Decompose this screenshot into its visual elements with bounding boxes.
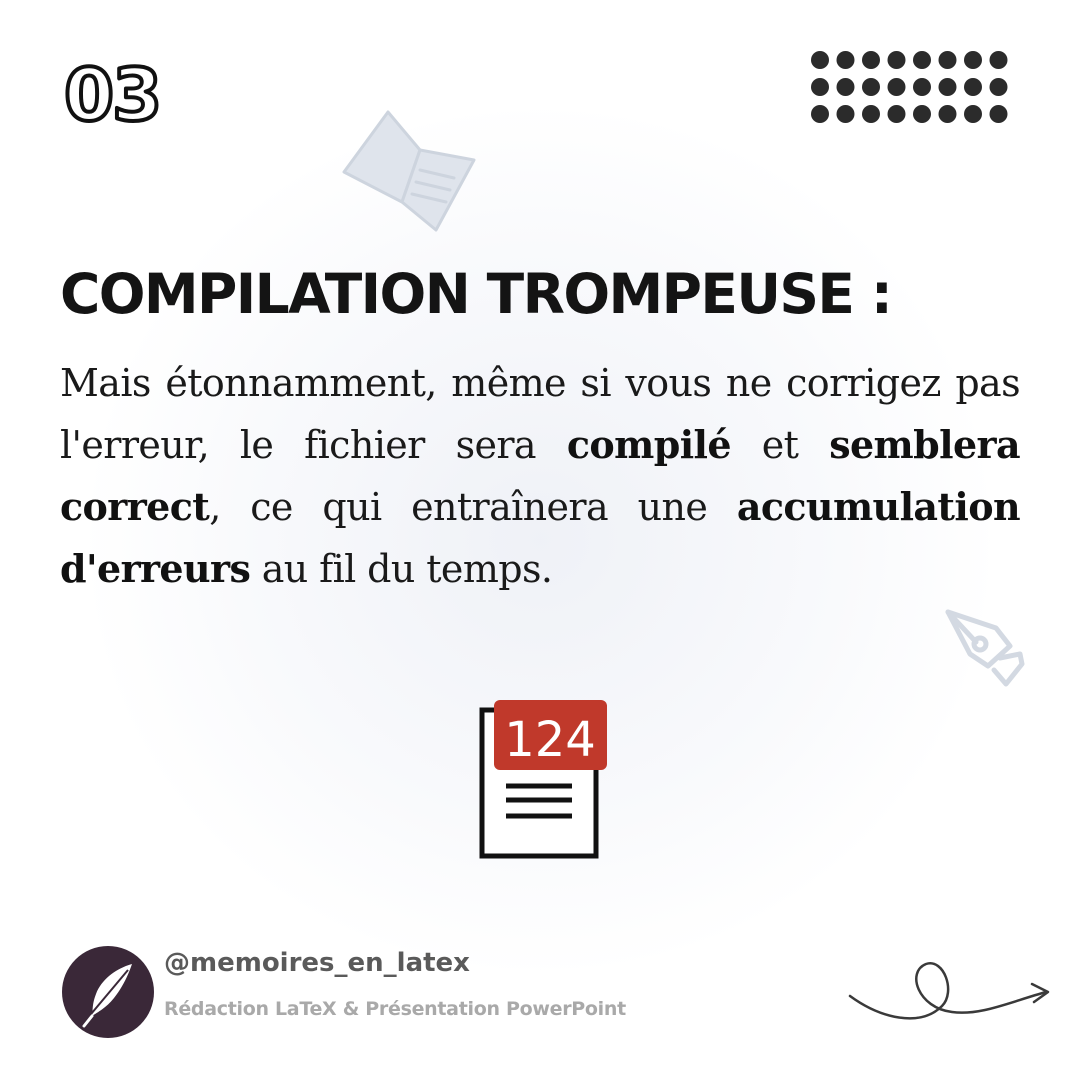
decor-dot bbox=[989, 78, 1008, 96]
document-icon: 124 bbox=[479, 700, 607, 859]
decor-dot bbox=[989, 51, 1008, 69]
decor-dot bbox=[989, 105, 1008, 123]
decor-dot bbox=[862, 105, 880, 123]
decor-dot bbox=[836, 51, 855, 69]
decor-dot bbox=[964, 51, 982, 69]
account-handle: @memoires_en_latex bbox=[164, 948, 470, 978]
body-text: Mais étonnamment, même si vous ne corrig… bbox=[60, 352, 1021, 600]
decor-dot bbox=[811, 105, 829, 123]
decor-dot bbox=[913, 78, 931, 96]
decor-dot bbox=[938, 51, 957, 69]
dot-grid-decoration bbox=[811, 51, 1008, 123]
body-text-segment: au fil du temps. bbox=[250, 547, 553, 591]
decor-dot bbox=[836, 78, 855, 96]
decor-dot bbox=[811, 78, 829, 96]
decor-dot bbox=[938, 105, 957, 123]
decor-dot bbox=[938, 78, 957, 96]
slide-number-text: 03 bbox=[64, 53, 160, 132]
decor-dot bbox=[887, 105, 906, 123]
decor-dot bbox=[811, 51, 829, 69]
slide-number: 03 bbox=[62, 52, 164, 132]
decor-dot bbox=[836, 105, 855, 123]
body-text-segment: et bbox=[730, 423, 830, 467]
decor-dot bbox=[913, 105, 931, 123]
notification-count: 124 bbox=[504, 712, 596, 768]
curly-arrow-icon bbox=[848, 962, 1050, 1020]
decor-dot bbox=[964, 78, 982, 96]
decor-dot bbox=[964, 105, 982, 123]
decor-dot bbox=[913, 51, 931, 69]
headline: COMPILATION TROMPEUSE : bbox=[60, 262, 893, 326]
decor-dot bbox=[862, 51, 880, 69]
open-book-icon bbox=[342, 110, 476, 232]
fountain-pen-nib-icon bbox=[945, 609, 1025, 687]
avatar bbox=[62, 946, 154, 1038]
decor-dot bbox=[862, 78, 880, 96]
decor-dot bbox=[887, 51, 906, 69]
account-tagline: Rédaction LaTeX & Présentation PowerPoin… bbox=[164, 998, 626, 1020]
body-emphasis-compile: compilé bbox=[566, 422, 732, 467]
decor-dot bbox=[887, 78, 906, 96]
feather-quill-icon bbox=[82, 964, 132, 1028]
body-text-segment: , ce qui entraînera une bbox=[209, 485, 737, 529]
